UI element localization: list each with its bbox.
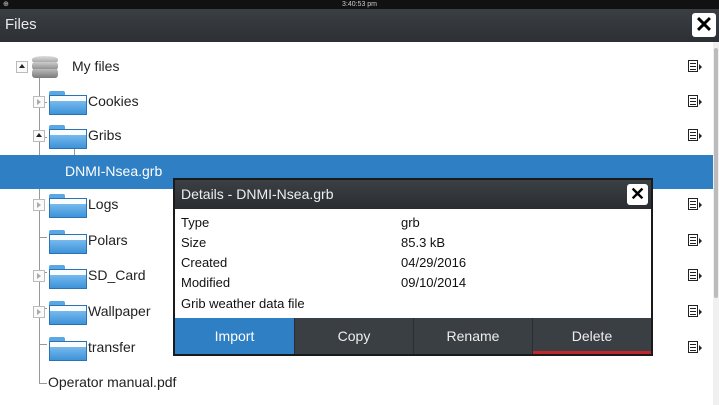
context-menu-icon[interactable] bbox=[688, 198, 702, 210]
window-titlebar: Files bbox=[0, 9, 719, 42]
storage-drive-icon bbox=[32, 56, 58, 80]
tree-row-label: Operator manual.pdf bbox=[48, 374, 177, 390]
expand-toggle[interactable] bbox=[33, 199, 45, 211]
property-label-size: Size bbox=[181, 235, 207, 250]
folder-icon bbox=[49, 125, 87, 149]
tree-row-label: DNMI-Nsea.grb bbox=[65, 163, 163, 179]
folder-icon bbox=[49, 91, 87, 115]
import-button[interactable]: Import bbox=[175, 318, 294, 354]
file-description: Grib weather data file bbox=[181, 296, 305, 311]
property-value-modified: 09/10/2014 bbox=[401, 275, 467, 290]
folder-icon bbox=[49, 230, 87, 254]
folder-icon bbox=[49, 301, 87, 325]
delete-button[interactable]: Delete bbox=[532, 318, 651, 354]
tree-row-label: Gribs bbox=[88, 127, 122, 143]
folder-icon bbox=[49, 265, 87, 289]
property-value-type: grb bbox=[401, 215, 420, 230]
tree-row-gribs[interactable]: Gribs bbox=[0, 119, 713, 153]
expand-toggle[interactable] bbox=[16, 61, 28, 73]
dialog-titlebar: Details - DNMI-Nsea.grb ✕ bbox=[175, 180, 651, 209]
delete-accent-bar bbox=[533, 351, 651, 354]
context-menu-icon[interactable] bbox=[688, 341, 702, 353]
property-label-type: Type bbox=[181, 215, 210, 230]
expand-toggle[interactable] bbox=[33, 96, 45, 108]
status-bar: ⊕ 3:40:53 pm bbox=[0, 0, 719, 9]
tree-row-label: Logs bbox=[88, 196, 119, 212]
close-icon: ✕ bbox=[694, 12, 714, 37]
tree-row-label: Cookies bbox=[88, 93, 139, 109]
dialog-button-bar: Import Copy Rename Delete bbox=[175, 318, 651, 354]
property-label-created: Created bbox=[181, 255, 228, 270]
tree-row-label: Wallpaper bbox=[88, 303, 151, 319]
dialog-close-button[interactable]: ✕ bbox=[627, 184, 648, 205]
close-button[interactable]: ✕ bbox=[692, 13, 716, 37]
window-title: Files bbox=[5, 16, 37, 33]
tree-row-cookies[interactable]: Cookies bbox=[0, 85, 713, 119]
context-menu-icon[interactable] bbox=[688, 60, 702, 72]
expand-toggle[interactable] bbox=[33, 130, 45, 142]
context-menu-icon[interactable] bbox=[688, 305, 702, 317]
property-label-modified: Modified bbox=[181, 275, 231, 290]
tree-row-label: Polars bbox=[88, 232, 128, 248]
tree-row-label: transfer bbox=[88, 339, 136, 355]
property-value-size: 85.3 kB bbox=[401, 235, 446, 250]
context-menu-icon[interactable] bbox=[688, 95, 702, 107]
dialog-title: Details - DNMI-Nsea.grb bbox=[181, 186, 334, 202]
close-icon: ✕ bbox=[629, 184, 646, 204]
scrollbar-thumb[interactable] bbox=[714, 48, 718, 298]
status-clock: 3:40:53 pm bbox=[341, 1, 378, 8]
folder-icon bbox=[49, 194, 87, 218]
delete-button-label: Delete bbox=[571, 328, 613, 344]
context-menu-icon[interactable] bbox=[688, 234, 702, 246]
expand-toggle[interactable] bbox=[33, 270, 45, 282]
property-value-created: 04/29/2016 bbox=[401, 255, 467, 270]
tree-row-my-files[interactable]: My files bbox=[0, 50, 713, 84]
rename-button[interactable]: Rename bbox=[413, 318, 532, 354]
tree-row-label: SD_Card bbox=[88, 267, 146, 283]
context-menu-icon[interactable] bbox=[688, 269, 702, 281]
folder-icon bbox=[49, 337, 87, 361]
context-menu-icon[interactable] bbox=[688, 129, 702, 141]
details-dialog: Details - DNMI-Nsea.grb ✕ Type grb Size … bbox=[173, 178, 653, 356]
tree-row-operator-manual[interactable]: Operator manual.pdf bbox=[0, 366, 713, 400]
tree-row-label: My files bbox=[72, 58, 120, 74]
expand-toggle[interactable] bbox=[33, 306, 45, 318]
copy-button[interactable]: Copy bbox=[294, 318, 413, 354]
